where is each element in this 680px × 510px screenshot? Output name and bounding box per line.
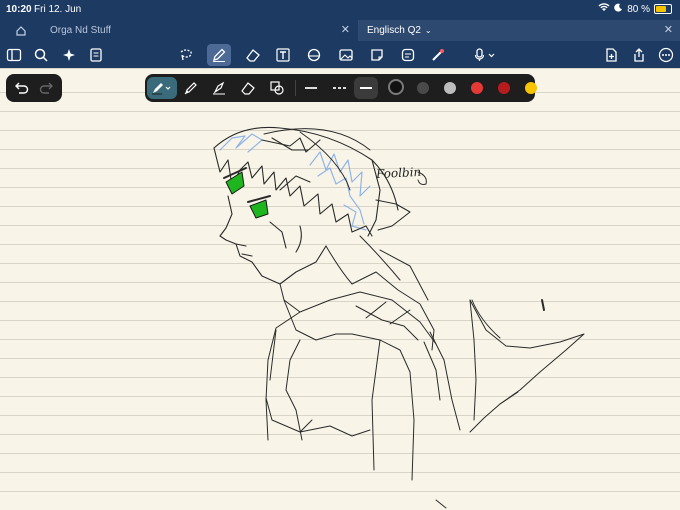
image-icon[interactable] — [336, 45, 356, 65]
microphone-icon[interactable] — [470, 45, 500, 65]
home-icon — [16, 25, 26, 36]
tab-label: Englisch Q2 — [367, 25, 421, 36]
shapes-icon[interactable] — [304, 45, 324, 65]
status-bar: 10:20 Fri 12. Jun 80 % — [0, 0, 680, 20]
ballpoint-pen-tool[interactable] — [181, 78, 201, 98]
undo-button[interactable] — [12, 80, 30, 96]
laser-icon[interactable] — [428, 45, 448, 65]
text-icon[interactable] — [273, 45, 293, 65]
tab-label: Orga Nd Stuff — [50, 25, 111, 36]
shape-recognition-tool[interactable] — [267, 78, 287, 98]
date: Fri 12. Jun — [34, 4, 82, 15]
close-tab-icon[interactable]: ✕ — [664, 23, 673, 36]
sparkle-icon[interactable] — [59, 45, 79, 65]
close-tab-icon[interactable]: ✕ — [341, 23, 350, 36]
lasso-icon[interactable] — [176, 45, 196, 65]
color-swatch-yellow[interactable] — [525, 82, 537, 94]
pencil-icon[interactable] — [207, 44, 231, 66]
redo-button[interactable] — [38, 80, 56, 96]
color-swatch-black[interactable] — [388, 79, 404, 95]
more-icon[interactable] — [656, 45, 676, 65]
color-swatch-light-gray[interactable] — [444, 82, 456, 94]
main-toolbar — [0, 41, 680, 68]
share-icon[interactable] — [629, 45, 649, 65]
artist-signature: Foolbin — [375, 164, 422, 182]
brush-pen-tool[interactable] — [209, 78, 229, 98]
stroke-medium-option[interactable] — [354, 77, 378, 99]
color-swatch-dark-red[interactable] — [498, 82, 510, 94]
moon-icon — [614, 3, 623, 15]
wifi-icon — [598, 3, 610, 15]
sticker-icon[interactable] — [398, 45, 418, 65]
note-page[interactable] — [0, 68, 680, 510]
eraser-icon[interactable] — [243, 45, 263, 65]
battery-percent: 80 % — [627, 3, 650, 15]
home-tab[interactable] — [0, 20, 42, 41]
sidebar-icon[interactable] — [4, 45, 24, 65]
eraser-tool[interactable] — [238, 78, 258, 98]
pen-options-toolbar — [145, 74, 537, 102]
color-swatch-dark-gray[interactable] — [417, 82, 429, 94]
document-icon[interactable] — [86, 45, 106, 65]
stroke-thin-option[interactable] — [305, 87, 317, 89]
battery-icon — [654, 4, 672, 14]
tab-englisch-q2[interactable]: Englisch Q2 ⌄ ✕ — [358, 20, 680, 41]
chevron-down-icon[interactable]: ⌄ — [425, 26, 432, 35]
sticky-note-icon[interactable] — [367, 45, 387, 65]
color-swatch-red[interactable] — [471, 82, 483, 94]
stroke-dashed-option[interactable] — [333, 87, 347, 89]
search-icon[interactable] — [31, 45, 51, 65]
separator — [295, 80, 296, 96]
fountain-pen-tool[interactable] — [147, 77, 177, 99]
tab-orga-nd-stuff[interactable]: Orga Nd Stuff ✕ — [42, 20, 358, 41]
add-page-icon[interactable] — [601, 45, 621, 65]
tab-bar: Orga Nd Stuff ✕ Englisch Q2 ⌄ ✕ — [0, 20, 680, 41]
clock: 10:20 — [6, 4, 32, 15]
undo-redo-group — [6, 74, 62, 102]
status-indicators: 80 % — [598, 3, 672, 15]
